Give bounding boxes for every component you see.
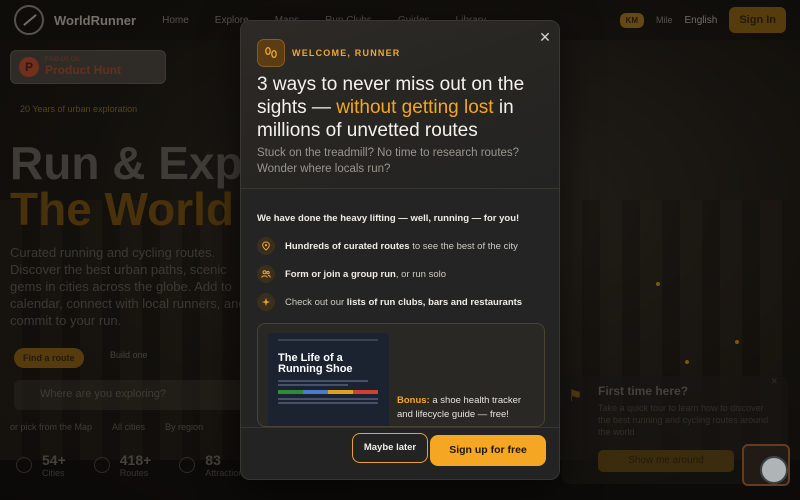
users-icon — [257, 265, 275, 283]
modal-header: WELCOME, RUNNER ✕ 3 ways to never miss o… — [241, 21, 559, 189]
modal-eyebrow: WELCOME, RUNNER — [292, 48, 401, 58]
cover-line — [278, 402, 378, 404]
feature-text: Check out our lists of run clubs, bars a… — [285, 297, 522, 308]
footsteps-icon — [257, 39, 285, 67]
headline-highlight: without getting lost — [336, 97, 494, 118]
bonus-text: Bonus: a shoe health tracker and lifecyc… — [397, 394, 537, 422]
cover-line — [278, 384, 348, 386]
sparkle-icon — [257, 293, 275, 311]
shoe-guide-cover: The Life of a Running Shoe — [268, 333, 389, 426]
sign-up-button[interactable]: Sign up for free — [430, 435, 546, 466]
feature-bold: Form or join a group run — [285, 268, 396, 280]
feature-text: Hundreds of curated routes to see the be… — [285, 241, 518, 252]
feature-rest: to see the best of the city — [409, 240, 518, 252]
feature-pre: Check out our — [285, 296, 347, 308]
modal-subtitle: Stuck on the treadmill? No time to resea… — [257, 147, 520, 175]
cover-color-bar — [278, 390, 378, 394]
feature-lists: Check out our lists of run clubs, bars a… — [257, 293, 522, 311]
feature-bold: lists of run clubs, bars and restaurants — [346, 296, 523, 308]
bonus-label: Bonus: — [397, 395, 430, 406]
maybe-later-button[interactable]: Maybe later — [352, 433, 428, 463]
modal-footer: Maybe later Sign up for free — [241, 427, 559, 479]
bonus-card: The Life of a Running Shoe Bonus: a shoe… — [257, 323, 545, 427]
cover-rule — [278, 339, 378, 341]
map-pin-icon — [257, 237, 275, 255]
modal-intro: We have done the heavy lifting — well, r… — [257, 213, 520, 224]
cover-title: The Life of a Running Shoe — [278, 352, 353, 375]
feature-bold: Hundreds of curated routes — [285, 240, 410, 252]
cover-line — [278, 380, 368, 382]
welcome-modal: WELCOME, RUNNER ✕ 3 ways to never miss o… — [240, 20, 560, 480]
modal-headline: 3 ways to never miss out on the sights —… — [257, 73, 549, 142]
close-icon[interactable]: ✕ — [537, 29, 553, 45]
feature-text: Form or join a group run, or run solo — [285, 269, 446, 280]
cover-line — [278, 398, 378, 400]
feature-rest: , or run solo — [395, 268, 446, 280]
feature-curated-routes: Hundreds of curated routes to see the be… — [257, 237, 518, 255]
feature-group-run: Form or join a group run, or run solo — [257, 265, 446, 283]
